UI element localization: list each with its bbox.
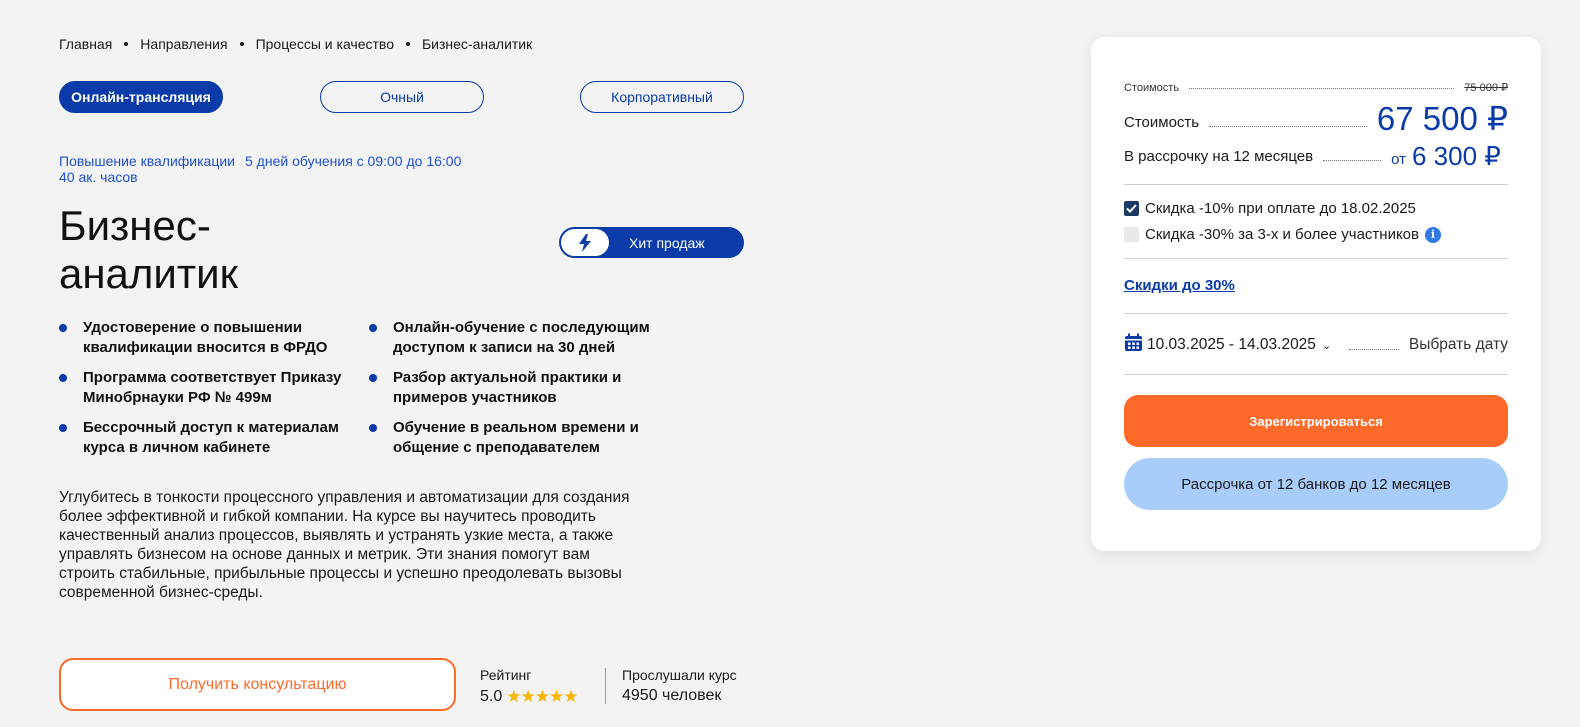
discounts-link[interactable]: Скидки до 30% xyxy=(1124,277,1235,294)
info-icon[interactable]: i xyxy=(1425,226,1441,243)
breadcrumb-separator xyxy=(239,42,244,46)
installment-row: В рассрочку на 12 месяцев от 6 300 ₽ xyxy=(1124,141,1508,171)
tab-corporate[interactable]: Корпоративный xyxy=(580,81,744,113)
breadcrumb: Главная Направления Процессы и качество … xyxy=(59,36,532,52)
date-range[interactable]: 10.03.2025 - 14.03.2025 xyxy=(1147,336,1316,354)
list-item: Удостоверение о повышении квалификации в… xyxy=(59,318,369,358)
course-type: Повышение квалификации xyxy=(59,153,235,169)
price-row: Стоимость 67 500 ₽ xyxy=(1124,101,1508,137)
list-item: Программа соответствует Приказу Минобрна… xyxy=(59,368,369,408)
dotted-leader xyxy=(1189,88,1455,89)
breadcrumb-current: Бизнес-аналитик xyxy=(421,36,533,52)
feature-text: Программа соответствует Приказу Минобрна… xyxy=(83,369,342,406)
format-tabs: Онлайн-трансляция Очный Корпоративный xyxy=(59,81,744,114)
list-item: Бессрочный доступ к материалам курса в л… xyxy=(59,418,369,458)
list-item: Разбор актуальной практики и примеров уч… xyxy=(369,368,679,408)
feature-text: Бессрочный доступ к материалам курса в л… xyxy=(83,419,339,456)
star-rating-icon: ★★★★★ xyxy=(506,687,578,706)
dotted-leader xyxy=(1323,160,1382,161)
old-price-label: Стоимость xyxy=(1124,82,1180,94)
features-list: Удостоверение о повышении квалификации в… xyxy=(59,318,679,458)
installment-from: от xyxy=(1391,151,1406,168)
date-selector[interactable]: 10.03.2025 - 14.03.2025 ⌄ Выбрать дату xyxy=(1124,333,1508,357)
pick-date-link[interactable]: Выбрать дату xyxy=(1409,336,1508,354)
breadcrumb-separator xyxy=(124,42,129,46)
consultation-button[interactable]: Получить консультацию xyxy=(59,658,456,711)
list-item: Онлайн-обучение с последующим доступом к… xyxy=(369,318,679,358)
feature-text: Онлайн-обучение с последующим доступом к… xyxy=(393,319,650,356)
discount-group-label: Скидка -30% за 3-х и более участников xyxy=(1145,226,1419,243)
dotted-leader xyxy=(1209,126,1367,127)
tab-online[interactable]: Онлайн-трансляция xyxy=(59,81,223,113)
discount-early-checkbox[interactable]: Скидка -10% при оплате до 18.02.2025 xyxy=(1124,200,1416,217)
divider xyxy=(605,668,606,704)
divider xyxy=(1124,258,1508,259)
page-title: Бизнес- аналитик xyxy=(59,202,359,298)
old-price-row: Стоимость 75 000 ₽ xyxy=(1124,81,1508,94)
feature-text: Разбор актуальной практики и примеров уч… xyxy=(393,369,622,406)
bullet-icon xyxy=(369,374,377,382)
installment-button[interactable]: Рассрочка от 12 банков до 12 месяцев xyxy=(1124,458,1508,510)
bullet-icon xyxy=(59,374,67,382)
register-button[interactable]: Зарегистрироваться xyxy=(1124,395,1508,447)
course-description: Углубитесь в тонкости процессного управл… xyxy=(59,489,630,601)
chevron-down-icon[interactable]: ⌄ xyxy=(1322,339,1331,352)
tab-in-person[interactable]: Очный xyxy=(320,81,484,113)
divider xyxy=(1124,313,1508,314)
checkbox-checked-icon[interactable] xyxy=(1124,201,1139,216)
bestseller-badge: Хит продаж xyxy=(559,227,744,258)
bullet-icon xyxy=(369,324,377,332)
lightning-icon xyxy=(561,229,609,256)
course-schedule: 5 дней обучения с 09:00 до 16:00 xyxy=(245,153,462,169)
listeners-label: Прослушали курс xyxy=(622,667,737,683)
old-price: 75 000 ₽ xyxy=(1464,82,1508,94)
course-hours: 40 ак. часов xyxy=(59,169,138,185)
breadcrumb-separator xyxy=(405,42,410,46)
feature-text: Удостоверение о повышении квалификации в… xyxy=(83,319,328,356)
price-label: Стоимость xyxy=(1124,114,1200,131)
bullet-icon xyxy=(59,324,67,332)
bullet-icon xyxy=(369,424,377,432)
title-line-2: аналитик xyxy=(59,250,238,297)
list-item: Обучение в реальном времени и общение с … xyxy=(369,418,679,458)
rating-value: 5.0 xyxy=(480,688,503,705)
calendar-icon xyxy=(1124,333,1143,357)
breadcrumb-home[interactable]: Главная xyxy=(59,36,112,52)
breadcrumb-directions[interactable]: Направления xyxy=(140,36,227,52)
badge-label: Хит продаж xyxy=(629,234,705,251)
rating-block: Рейтинг 5.0 ★★★★★ xyxy=(480,667,578,707)
pricing-card: Стоимость 75 000 ₽ Стоимость 67 500 ₽ В … xyxy=(1091,37,1541,551)
current-price: 67 500 ₽ xyxy=(1376,100,1508,137)
listeners-block: Прослушали курс 4950 человек xyxy=(622,667,737,705)
discount-early-label: Скидка -10% при оплате до 18.02.2025 xyxy=(1145,200,1416,217)
bullet-icon xyxy=(59,424,67,432)
dotted-leader xyxy=(1349,340,1399,350)
installment-price: 6 300 ₽ xyxy=(1411,141,1501,171)
course-meta: Повышение квалификации 5 дней обучения с… xyxy=(59,153,461,185)
divider xyxy=(1124,184,1508,185)
breadcrumb-processes[interactable]: Процессы и качество xyxy=(256,36,394,52)
listeners-count: 4950 человек xyxy=(622,687,722,704)
divider xyxy=(1124,374,1508,375)
installment-label: В рассрочку на 12 месяцев xyxy=(1124,148,1314,165)
checkbox-unchecked-icon[interactable] xyxy=(1124,227,1139,242)
discount-group-checkbox[interactable]: Скидка -30% за 3-х и более участников i xyxy=(1124,226,1441,243)
rating-label: Рейтинг xyxy=(480,667,532,683)
title-line-1: Бизнес- xyxy=(59,202,211,249)
feature-text: Обучение в реальном времени и общение с … xyxy=(393,419,639,456)
